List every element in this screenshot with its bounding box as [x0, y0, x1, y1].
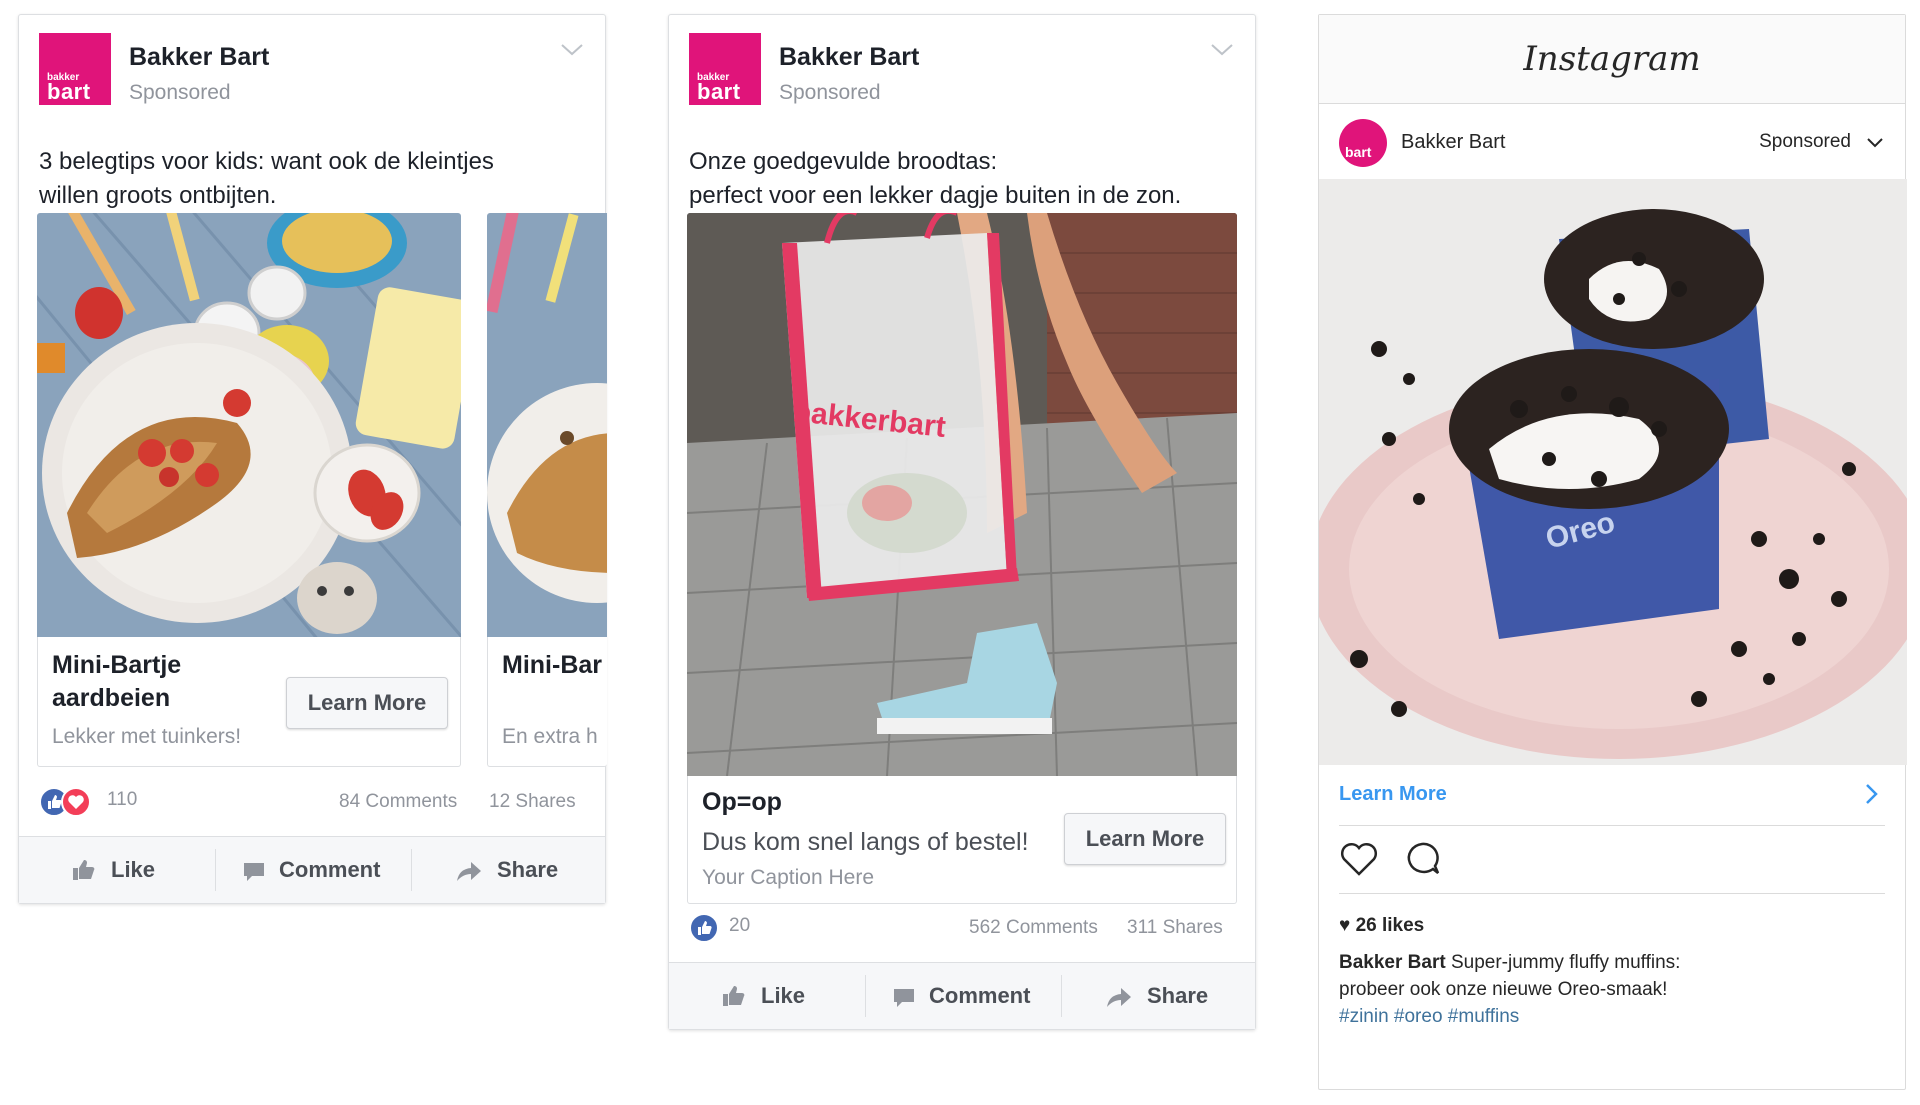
learn-more-button[interactable]: Learn More [286, 677, 448, 729]
divider [865, 975, 866, 1017]
brand-logo[interactable]: bakker bart [689, 33, 761, 105]
reaction-count[interactable]: 20 [729, 915, 750, 937]
carousel-card-2-title: Mini-Bar [502, 651, 602, 679]
comments-count[interactable]: 84 Comments [339, 791, 457, 813]
carousel-card-2-description: En extra h [502, 725, 598, 748]
ig-caption: Bakker Bart Super-jummy fluffy muffins: … [1339, 949, 1859, 1030]
carousel-card-2[interactable]: Mini-Bar En extra h [487, 637, 607, 767]
like-button[interactable]: Like [71, 837, 191, 903]
facebook-image-ad: bakker bart Bakker Bart Sponsored Onze g… [668, 14, 1256, 1030]
muffin-photo: Oreo [1319, 179, 1907, 765]
carousel-image-2[interactable] [487, 213, 607, 637]
likes-row[interactable]: ♥ 26 likes [1339, 915, 1424, 937]
action-bar: Like Comment Share [19, 836, 605, 903]
chevron-down-icon[interactable] [1865, 133, 1885, 153]
post-header: bakker bart Bakker Bart Sponsored [689, 33, 1235, 113]
ad-image[interactable]: bakkerbart [687, 213, 1237, 776]
like-label: Like [761, 983, 806, 1008]
comment-icon [244, 863, 264, 881]
account-name[interactable]: Bakker Bart [1401, 131, 1505, 154]
page-name[interactable]: Bakker Bart [779, 43, 919, 72]
bread-photo [487, 213, 607, 637]
learn-more-button[interactable]: Learn More [1064, 813, 1226, 865]
comments-count[interactable]: 562 Comments [969, 917, 1098, 939]
small-heart-icon: ♥ [1339, 915, 1356, 936]
ig-learn-more-link[interactable]: Learn More [1339, 783, 1447, 806]
shares-count[interactable]: 12 Shares [489, 791, 576, 813]
share-icon [1107, 988, 1131, 1007]
post-text-line-2: perfect voor een lekker dagje buiten in … [689, 182, 1182, 209]
hashtags[interactable]: #zinin #oreo #muffins [1339, 1003, 1859, 1030]
brand-logo[interactable]: bakker bart [39, 33, 111, 105]
action-bar: Like Comment Share [669, 962, 1255, 1029]
post-text: 3 belegtips voor kids: want ook de klein… [39, 148, 494, 209]
chevron-right-icon[interactable] [1863, 783, 1881, 805]
share-label: Share [1147, 983, 1209, 1008]
breakfast-photo [37, 213, 461, 637]
share-icon [457, 862, 481, 881]
ad-caption: Your Caption Here [702, 866, 874, 889]
caption-line-1: Super-jummy fluffy muffins: [1450, 952, 1681, 973]
ig-cta-bar[interactable]: Learn More [1339, 765, 1885, 826]
comment-button[interactable]: Comment [241, 837, 401, 903]
comment-button[interactable]: Comment [891, 963, 1051, 1029]
avatar-logo-text: bart [1345, 144, 1372, 160]
like-reaction-icon [689, 913, 719, 943]
ig-post-image[interactable]: Oreo [1319, 179, 1907, 765]
page-name[interactable]: Bakker Bart [129, 43, 269, 72]
carousel-card-1[interactable]: Mini-Bartje aardbeien Lekker met tuinker… [37, 637, 461, 767]
carousel-card-1-title: Mini-Bartje aardbeien [52, 651, 182, 712]
comment-label: Comment [929, 983, 1031, 1008]
love-reaction-icon [61, 787, 91, 817]
comment-icon[interactable] [1403, 840, 1441, 878]
ig-sponsored-label: Sponsored [1759, 131, 1851, 152]
reaction-count[interactable]: 110 [107, 789, 137, 811]
share-button[interactable]: Share [455, 837, 575, 903]
post-text-line-1: Onze goedgevulde broodtas: [689, 148, 998, 175]
shares-count[interactable]: 311 Shares [1127, 917, 1223, 939]
divider [215, 849, 216, 891]
caption-user[interactable]: Bakker Bart [1339, 952, 1446, 973]
likes-count: 26 likes [1355, 915, 1425, 936]
sponsored-label: Sponsored [129, 81, 231, 104]
caption-line-2: probeer ook onze nieuwe Oreo-smaak! [1339, 979, 1668, 1000]
comment-icon [894, 989, 914, 1007]
logo-text-bottom: bart [697, 79, 741, 104]
instagram-logo: Instagram [1319, 15, 1905, 104]
like-button[interactable]: Like [721, 963, 841, 1029]
post-header: bakker bart Bakker Bart Sponsored [39, 33, 585, 113]
share-label: Share [497, 857, 559, 882]
carousel-card-1-description: Lekker met tuinkers! [52, 725, 242, 748]
bag-photo: bakkerbart [687, 213, 1237, 776]
post-text: Onze goedgevulde broodtas: perfect voor … [689, 145, 1235, 213]
facebook-carousel-ad: bakker bart Bakker Bart Sponsored 3 bele… [18, 14, 607, 904]
ig-post-header: bart Bakker Bart Sponsored [1319, 103, 1905, 179]
cta-box[interactable]: Op=op Dus kom snel langs of bestel! Your… [687, 776, 1237, 904]
like-label: Like [111, 857, 156, 882]
heart-icon[interactable] [1339, 841, 1379, 877]
thumbs-up-icon [73, 860, 95, 880]
comment-label: Comment [279, 857, 381, 882]
ad-description: Dus kom snel langs of bestel! [702, 828, 1029, 856]
share-button[interactable]: Share [1105, 963, 1225, 1029]
divider [411, 849, 412, 891]
avatar[interactable]: bart [1339, 119, 1387, 167]
chevron-down-icon[interactable] [559, 37, 585, 63]
chevron-down-icon[interactable] [1209, 37, 1235, 63]
thumbs-up-icon [723, 986, 745, 1006]
ad-headline: Op=op [702, 788, 782, 816]
instagram-ad: Instagram bart Bakker Bart Sponsored Ore… [1318, 14, 1907, 1090]
divider [1061, 975, 1062, 1017]
ig-actions [1339, 825, 1885, 894]
carousel-image-1[interactable] [37, 213, 461, 637]
sponsored-label: Sponsored [779, 81, 881, 104]
logo-text-bottom: bart [47, 79, 91, 104]
